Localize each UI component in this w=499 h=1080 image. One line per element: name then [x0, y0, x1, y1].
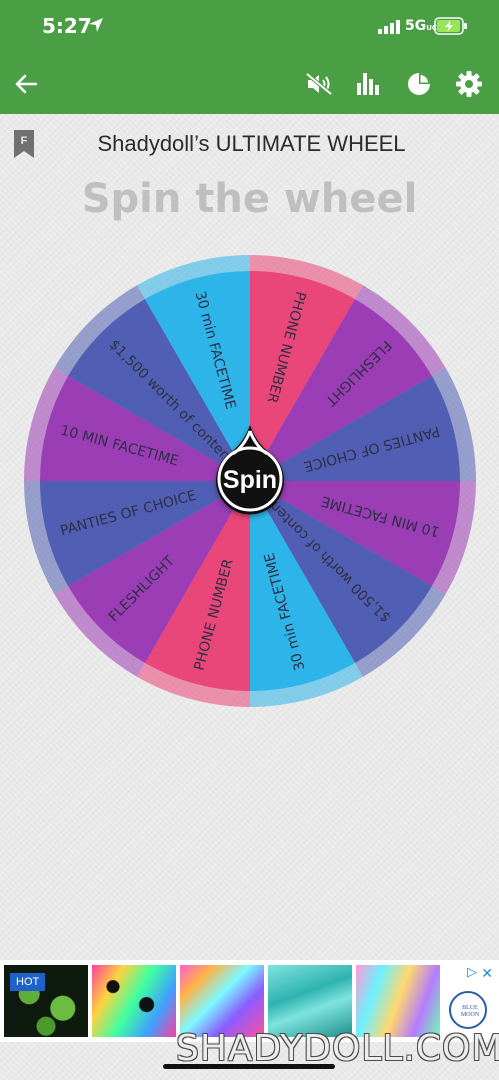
- wheel-title-row: F Shadydoll’s ULTIMATE WHEEL: [0, 128, 499, 162]
- wheel-graphic[interactable]: PHONE NUMBER FLESHLIGHTPANTIES OF CHOICE1…: [24, 255, 476, 707]
- mute-icon[interactable]: [305, 70, 333, 98]
- prize-wheel[interactable]: PHONE NUMBER FLESHLIGHT PANTIES OF CHOICE 1…: [24, 255, 476, 707]
- location-arrow-icon: [89, 18, 103, 32]
- svg-text:BLUE: BLUE: [462, 1005, 478, 1011]
- ad-close-icon[interactable]: ✕: [481, 965, 493, 982]
- network-label: 5GUC: [405, 18, 438, 34]
- home-indicator: [163, 1064, 335, 1069]
- bookmark-badge-icon[interactable]: F: [14, 130, 34, 158]
- spin-button-label: Spin: [223, 466, 277, 494]
- ad-product-image[interactable]: [268, 965, 352, 1037]
- app-toolbar: [0, 54, 499, 114]
- status-bar: 5:27 5GUC: [0, 0, 499, 54]
- signal-icon: [378, 20, 400, 34]
- battery-charging-icon: [434, 17, 467, 35]
- back-arrow-icon[interactable]: [12, 70, 40, 98]
- watermark: SHADYDOLL.COM: [176, 1028, 499, 1069]
- ad-product-image[interactable]: [180, 965, 264, 1037]
- pie-chart-icon[interactable]: [405, 70, 433, 98]
- ad-product-image[interactable]: [356, 965, 440, 1037]
- ad-choices-icon[interactable]: ▷: [467, 964, 477, 980]
- wheel-title: Shadydoll’s ULTIMATE WHEEL: [97, 131, 406, 156]
- settings-icon[interactable]: [455, 70, 483, 98]
- svg-text:MOON: MOON: [461, 1012, 480, 1018]
- ad-product-image[interactable]: HOT: [4, 965, 88, 1037]
- stats-icon[interactable]: [354, 70, 382, 98]
- status-time: 5:27: [42, 14, 92, 38]
- spin-heading: Spin the wheel: [81, 176, 418, 222]
- blue-moon-logo: BLUE MOON: [449, 991, 487, 1029]
- ad-product-image[interactable]: [92, 965, 176, 1037]
- hot-badge: HOT: [10, 973, 46, 991]
- svg-text:F: F: [21, 135, 28, 147]
